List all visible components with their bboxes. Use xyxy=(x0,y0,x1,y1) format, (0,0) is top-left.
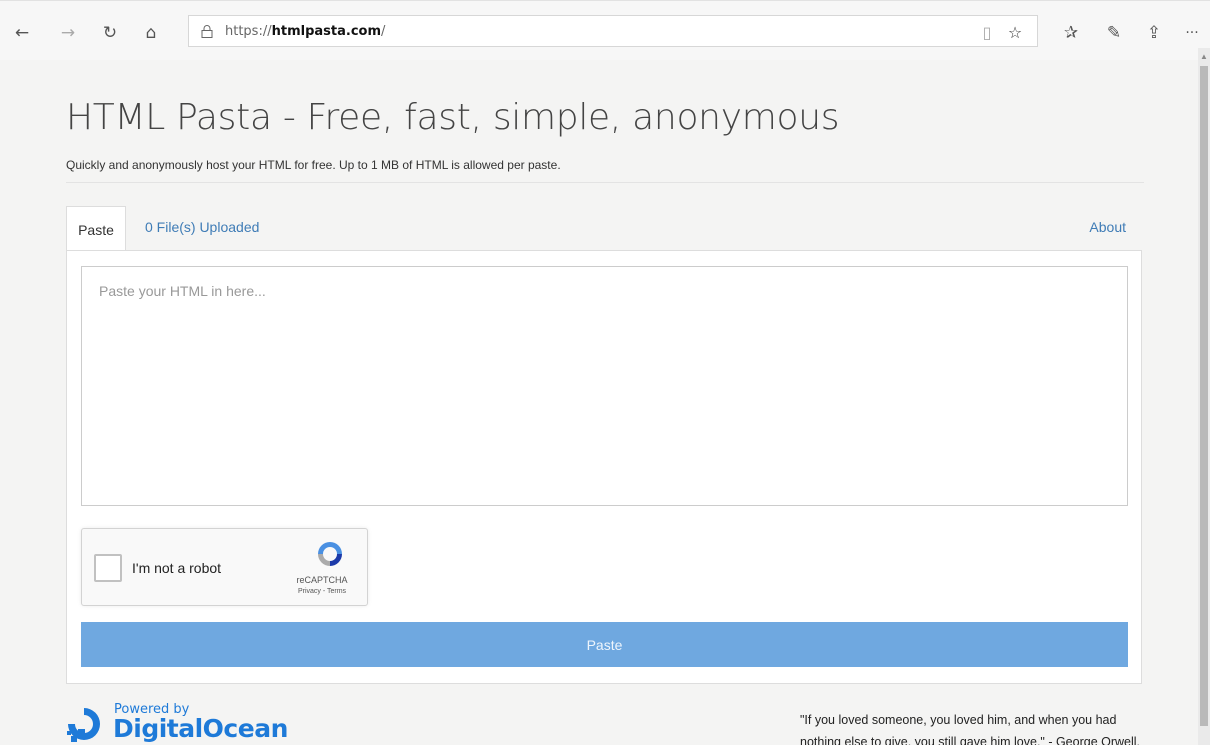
recaptcha-logo-icon xyxy=(318,542,342,566)
footer-quote: "If you loved someone, you loved him, an… xyxy=(800,713,1141,745)
divider xyxy=(66,182,1144,183)
forward-arrow-icon[interactable]: → xyxy=(56,21,80,45)
home-icon[interactable]: ⌂ xyxy=(139,21,163,45)
recaptcha-widget: I'm not a robot reCAPTCHA Privacy - Term… xyxy=(81,528,368,606)
back-arrow-icon[interactable]: ← xyxy=(10,21,34,45)
scroll-up-arrow-icon[interactable]: ▲ xyxy=(1200,52,1208,61)
address-bar[interactable]: https://htmlpasta.com/ ▯ ☆ xyxy=(188,15,1038,47)
recaptcha-privacy-terms-link[interactable]: Privacy - Terms xyxy=(280,588,364,595)
digitalocean-wordmark[interactable]: DigitalOcean xyxy=(113,714,288,743)
page-title: HTML Pasta - Free, fast, simple, anonymo… xyxy=(66,97,840,138)
digitalocean-logo-icon[interactable] xyxy=(64,703,104,745)
tab-about[interactable]: About xyxy=(1089,219,1126,235)
favorites-list-icon[interactable]: ✰ xyxy=(1059,21,1083,45)
recaptcha-checkbox[interactable] xyxy=(94,554,122,582)
page-subtitle: Quickly and anonymously host your HTML f… xyxy=(66,158,561,172)
lock-icon xyxy=(201,25,213,38)
html-input[interactable] xyxy=(81,266,1128,506)
scroll-thumb[interactable] xyxy=(1200,66,1208,726)
refresh-icon[interactable]: ↻ xyxy=(98,21,122,45)
tab-bar: Paste 0 File(s) Uploaded About xyxy=(66,206,1144,252)
paste-button[interactable]: Paste xyxy=(81,622,1128,667)
url-text: https://htmlpasta.com/ xyxy=(225,24,386,39)
favorite-star-icon[interactable]: ☆ xyxy=(1004,21,1026,43)
reading-view-icon[interactable]: ▯ xyxy=(976,21,998,43)
page-scrollbar[interactable]: ▲ xyxy=(1198,48,1210,745)
browser-toolbar: ← → ↻ ⌂ https://htmlpasta.com/ ▯ ☆ ✰ ✎ ⇪… xyxy=(0,0,1210,60)
tab-files-uploaded[interactable]: 0 File(s) Uploaded xyxy=(145,219,259,235)
share-icon[interactable]: ⇪ xyxy=(1142,21,1166,45)
pen-icon[interactable]: ✎ xyxy=(1102,21,1126,45)
tab-paste[interactable]: Paste xyxy=(66,206,126,252)
more-icon[interactable]: ··· xyxy=(1180,21,1204,45)
recaptcha-label: I'm not a robot xyxy=(132,560,222,576)
paste-panel: I'm not a robot reCAPTCHA Privacy - Term… xyxy=(66,250,1142,684)
recaptcha-brand: reCAPTCHA xyxy=(296,575,348,585)
